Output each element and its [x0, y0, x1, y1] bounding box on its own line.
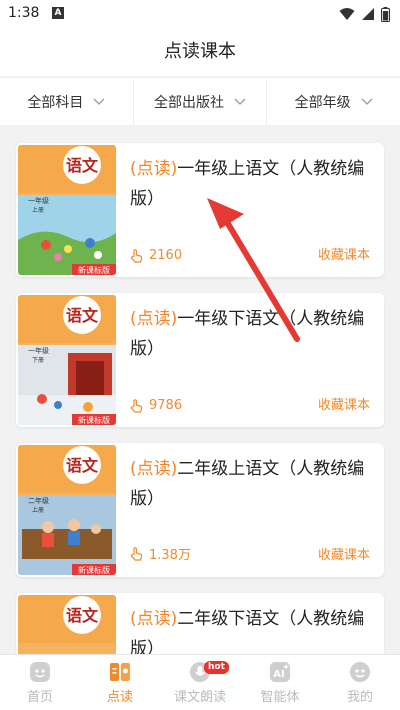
hand-pointer-icon	[130, 248, 143, 263]
chevron-down-icon	[234, 98, 246, 105]
read-count-value: 9786	[149, 398, 183, 413]
cover-grade: 一年级	[28, 346, 49, 355]
cover-subject: 语文	[66, 606, 99, 625]
read-count: 2160	[130, 248, 182, 263]
bottom-tab-bar: 首页 点读 hot 课文朗读 AI 智能体 我的	[0, 654, 400, 710]
hot-badge: hot	[204, 661, 229, 674]
book-title: (点读)二年级上语文（人教统编版）	[130, 454, 375, 514]
book-tag: (点读)	[130, 309, 178, 329]
cover-term: 上册	[32, 206, 44, 214]
filter-bar: 全部科目 全部出版社 全部年级	[0, 77, 400, 125]
filter-subject[interactable]: 全部科目	[0, 78, 134, 125]
hand-pointer-icon	[130, 398, 143, 413]
svg-text:AI: AI	[273, 669, 284, 680]
book-title: (点读)一年级上语文（人教统编版）	[130, 154, 375, 214]
status-time: 1:38	[8, 5, 40, 21]
status-icons	[339, 6, 390, 22]
favorite-book-button[interactable]: 收藏课本	[318, 244, 370, 263]
book-tag: (点读)	[130, 609, 178, 629]
ai-icon: AI	[270, 661, 290, 682]
hand-pointer-icon	[130, 546, 143, 561]
book-cover: 语文 二年级 上册 新课标版	[18, 445, 116, 575]
read-count: 1.38万	[130, 544, 191, 563]
book-tag: (点读)	[130, 459, 178, 479]
tab-ai-agent-label: 智能体	[260, 689, 300, 705]
book-title: (点读)一年级下语文（人教统编版）	[130, 304, 375, 364]
read-count-value: 2160	[149, 248, 183, 263]
tab-recitation-label: 课文朗读	[173, 689, 226, 705]
chevron-down-icon	[361, 98, 373, 105]
filter-grade[interactable]: 全部年级	[267, 78, 400, 125]
tab-recitation[interactable]: hot 课文朗读	[160, 655, 240, 710]
book-card[interactable]: 语文 二年级 上册 新课标版 (点读)二年级上语文（人教统编版） 1.38万 收…	[16, 443, 384, 577]
notification-a-icon: A	[52, 7, 64, 19]
tab-ai-agent[interactable]: AI 智能体	[240, 655, 320, 710]
tab-profile[interactable]: 我的	[320, 655, 400, 710]
cover-badge: 新课标版	[78, 265, 110, 275]
tab-read[interactable]: 点读	[80, 655, 160, 710]
tab-read-label: 点读	[106, 689, 133, 705]
battery-icon	[381, 6, 390, 22]
cover-badge: 新课标版	[78, 415, 110, 425]
cover-subject: 语文	[66, 306, 99, 325]
filter-grade-label: 全部年级	[294, 94, 351, 111]
read-book-icon	[110, 662, 130, 681]
status-bar: 1:38 A	[0, 0, 400, 28]
cover-subject: 语文	[66, 156, 99, 175]
filter-publisher[interactable]: 全部出版社	[134, 78, 268, 125]
chevron-down-icon	[93, 98, 105, 105]
book-cover: 语文 一年级 下册 新课标版	[18, 295, 116, 425]
cover-grade: 二年级	[28, 496, 49, 505]
favorite-book-button[interactable]: 收藏课本	[318, 394, 370, 413]
cover-term: 下册	[32, 357, 44, 364]
book-cover: 语文 一年级 上册 新课标版	[18, 145, 116, 275]
book-tag: (点读)	[130, 159, 178, 179]
cover-grade: 一年级	[28, 196, 49, 205]
title-bar: 点读课本	[0, 28, 400, 76]
cover-term: 上册	[32, 506, 44, 514]
cover-badge: 新课标版	[78, 565, 110, 575]
home-face-icon	[30, 661, 50, 682]
filter-subject-label: 全部科目	[27, 94, 84, 111]
favorite-book-button[interactable]: 收藏课本	[318, 544, 370, 563]
profile-face-icon	[350, 661, 370, 682]
wifi-icon	[339, 8, 355, 20]
book-card[interactable]: 语文 一年级 下册 新课标版 (点读)一年级下语文（人教统编版） 9786 收藏…	[16, 293, 384, 427]
book-card[interactable]: 语文 一年级 上册 新课标版 (点读)一年级上语文（人教统编版） 2160 收藏…	[16, 143, 384, 277]
read-count: 9786	[130, 398, 182, 413]
tab-home[interactable]: 首页	[0, 655, 80, 710]
signal-icon	[362, 8, 374, 20]
read-count-value: 1.38万	[149, 548, 191, 563]
tab-profile-label: 我的	[346, 689, 373, 705]
tab-home-label: 首页	[26, 689, 53, 705]
filter-publisher-label: 全部出版社	[154, 94, 224, 111]
page-title: 点读课本	[164, 41, 236, 62]
cover-subject: 语文	[66, 456, 99, 475]
